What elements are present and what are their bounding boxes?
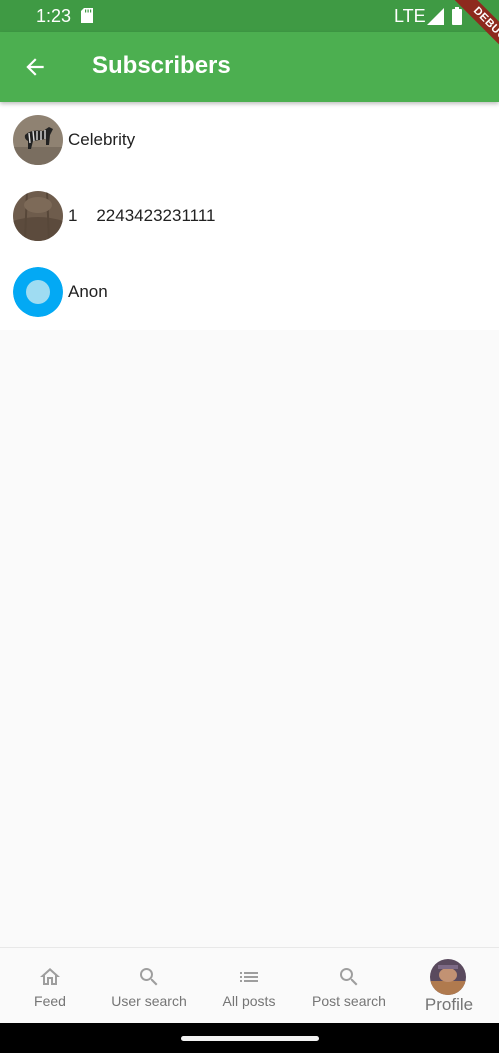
nav-label: Feed <box>34 993 66 1009</box>
screen: 1:23 LTE Subscribers DEBUG Celebrity 1 2… <box>0 0 499 1053</box>
nav-label: User search <box>111 993 187 1009</box>
nav-all-posts[interactable]: All posts <box>199 948 299 1024</box>
status-time: 1:23 <box>36 6 72 26</box>
brown-avatar <box>13 191 63 241</box>
subscriber-name: 1 2243423231111 <box>68 206 216 225</box>
nav-label: Profile <box>424 995 474 1014</box>
sd-card-icon <box>81 8 93 23</box>
subscriber-list: Celebrity 1 2243423231111 Anon <box>0 102 499 330</box>
battery-icon <box>452 7 462 25</box>
list-item[interactable]: Celebrity <box>0 102 499 178</box>
list-item[interactable]: Anon <box>0 254 499 330</box>
network-type: LTE <box>394 6 426 26</box>
page-title: Subscribers <box>92 52 231 79</box>
zebra-avatar <box>13 115 63 165</box>
home-gesture-bar[interactable] <box>181 1036 319 1041</box>
nav-label: All posts <box>222 993 276 1009</box>
search-icon <box>340 968 358 986</box>
subscriber-name: Anon <box>68 282 108 301</box>
search-icon <box>140 968 158 986</box>
bottom-nav: Feed User search All posts Post search P… <box>0 947 499 1024</box>
system-nav-bar <box>0 1023 499 1053</box>
list-icon <box>240 972 258 982</box>
nav-profile[interactable]: Profile <box>399 948 499 1024</box>
subscriber-name: Celebrity <box>68 130 136 149</box>
nav-user-search[interactable]: User search <box>99 948 199 1024</box>
nav-feed[interactable]: Feed <box>0 948 100 1024</box>
home-icon <box>40 968 60 985</box>
signal-icon <box>427 8 444 25</box>
status-bar: 1:23 LTE <box>0 0 499 32</box>
default-avatar <box>13 267 63 317</box>
profile-avatar <box>430 959 466 995</box>
arrow-back-icon[interactable] <box>22 54 48 80</box>
app-bar: Subscribers <box>0 32 499 102</box>
list-item[interactable]: 1 2243423231111 <box>0 178 499 254</box>
nav-label: Post search <box>312 993 386 1009</box>
nav-post-search[interactable]: Post search <box>299 948 399 1024</box>
